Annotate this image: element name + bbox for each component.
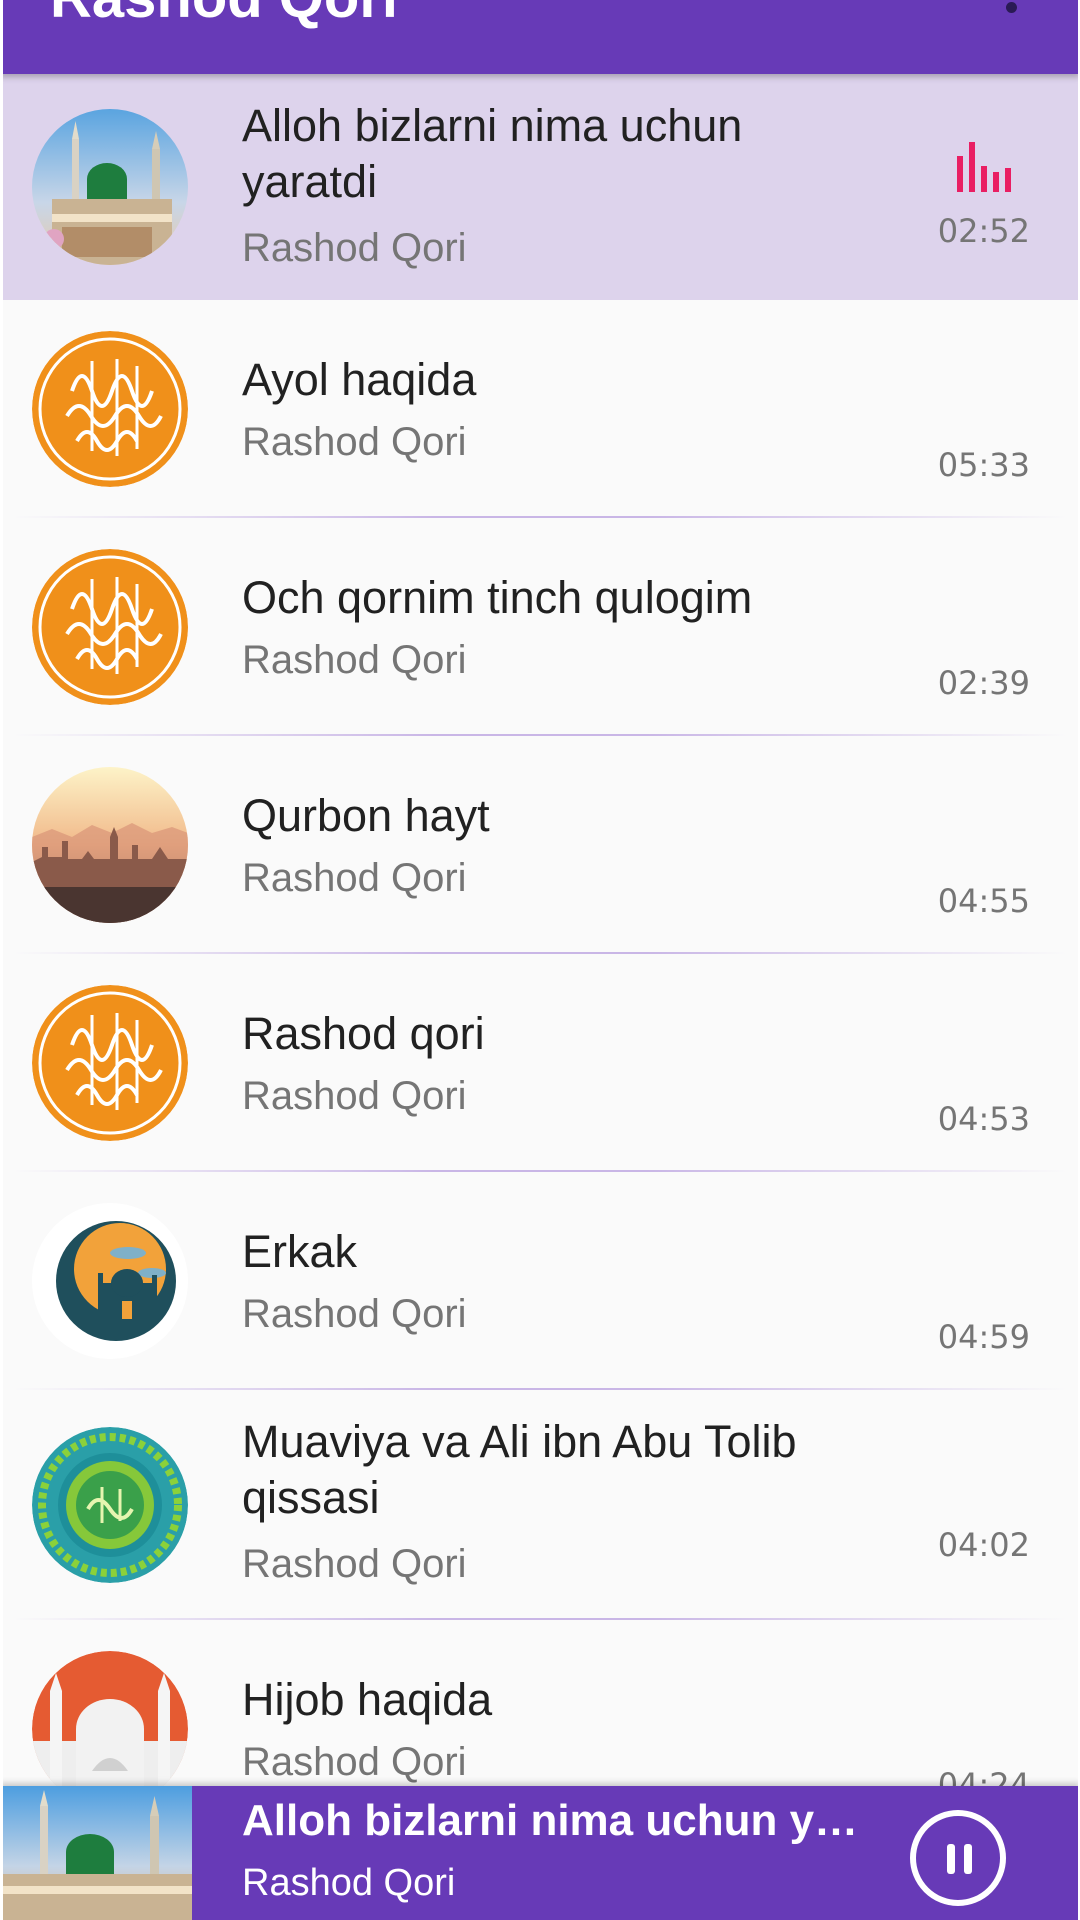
track-artist: Rashod Qori: [242, 420, 467, 464]
track-duration: 02:52: [937, 212, 1030, 250]
track-artist: Rashod Qori: [242, 226, 467, 270]
pause-button[interactable]: [910, 1810, 1006, 1906]
track-title: Och qornim tinch qulogim: [242, 572, 753, 623]
track-row[interactable]: Muaviya va Ali ibn Abu Tolib qissasi Ras…: [0, 1390, 1080, 1620]
left-edge: [0, 0, 3, 1920]
track-duration: 04:59: [937, 1318, 1030, 1356]
track-title: Alloh bizlarni nima uchun yaratdi: [242, 100, 743, 207]
overflow-menu-icon[interactable]: [1006, 2, 1018, 14]
now-playing-thumbnail-icon: [0, 1786, 192, 1920]
now-playing-title: Alloh bizlarni nima uchun yar...: [242, 1796, 862, 1845]
track-artist: Rashod Qori: [242, 856, 467, 900]
track-row[interactable]: Rashod qori Rashod Qori 04:53: [0, 954, 1080, 1172]
track-row[interactable]: Qurbon hayt Rashod Qori 04:55: [0, 736, 1080, 954]
city-sunset-thumbnail-icon: [32, 767, 188, 923]
track-duration: 02:39: [937, 664, 1030, 702]
track-artist: Rashod Qori: [242, 1740, 467, 1784]
mosque-thumbnail-icon: [32, 109, 188, 265]
track-list[interactable]: Alloh bizlarni nima uchun yaratdi Rashod…: [0, 74, 1080, 1786]
track-artist: Rashod Qori: [242, 638, 467, 682]
track-duration: 04:53: [937, 1100, 1030, 1138]
track-title: Erkak: [242, 1226, 358, 1277]
track-title: Muaviya va Ali ibn Abu Tolib qissasi: [242, 1416, 797, 1523]
track-title: Hijob haqida: [242, 1674, 493, 1725]
track-artist: Rashod Qori: [242, 1292, 467, 1336]
track-artist: Rashod Qori: [242, 1542, 467, 1586]
crescent-mosque-thumbnail-icon: [32, 1203, 188, 1359]
track-title: Ayol haqida: [242, 354, 477, 405]
track-artist: Rashod Qori: [242, 1074, 467, 1118]
now-playing-bar[interactable]: Alloh bizlarni nima uchun yar... Rashod …: [0, 1786, 1080, 1920]
screen: Rashod Qori: [0, 0, 1080, 1920]
pause-icon: [947, 1844, 955, 1874]
calligraphy-thumbnail-icon: [32, 985, 188, 1141]
track-duration: 04:24: [937, 1766, 1030, 1786]
green-ornament-thumbnail-icon: [32, 1427, 188, 1583]
track-row[interactable]: Hijob haqida Rashod Qori 04:24: [0, 1620, 1080, 1786]
track-row[interactable]: Och qornim tinch qulogim Rashod Qori 02:…: [0, 518, 1080, 736]
track-row[interactable]: Ayol haqida Rashod Qori 05:33: [0, 300, 1080, 518]
equalizer-icon: [957, 142, 1011, 192]
calligraphy-thumbnail-icon: [32, 549, 188, 705]
now-playing-artist: Rashod Qori: [242, 1862, 456, 1904]
track-title: Qurbon hayt: [242, 790, 490, 841]
app-bar: Rashod Qori: [0, 0, 1080, 74]
track-row[interactable]: Erkak Rashod Qori 04:59: [0, 1172, 1080, 1390]
track-duration: 04:55: [937, 882, 1030, 920]
app-bar-title: Rashod Qori: [50, 0, 398, 31]
track-duration: 05:33: [937, 446, 1030, 484]
calligraphy-thumbnail-icon: [32, 331, 188, 487]
red-mosque-thumbnail-icon: [32, 1651, 188, 1786]
track-row-playing[interactable]: Alloh bizlarni nima uchun yaratdi Rashod…: [0, 74, 1080, 300]
track-duration: 04:02: [937, 1526, 1030, 1564]
track-title: Rashod qori: [242, 1008, 485, 1059]
